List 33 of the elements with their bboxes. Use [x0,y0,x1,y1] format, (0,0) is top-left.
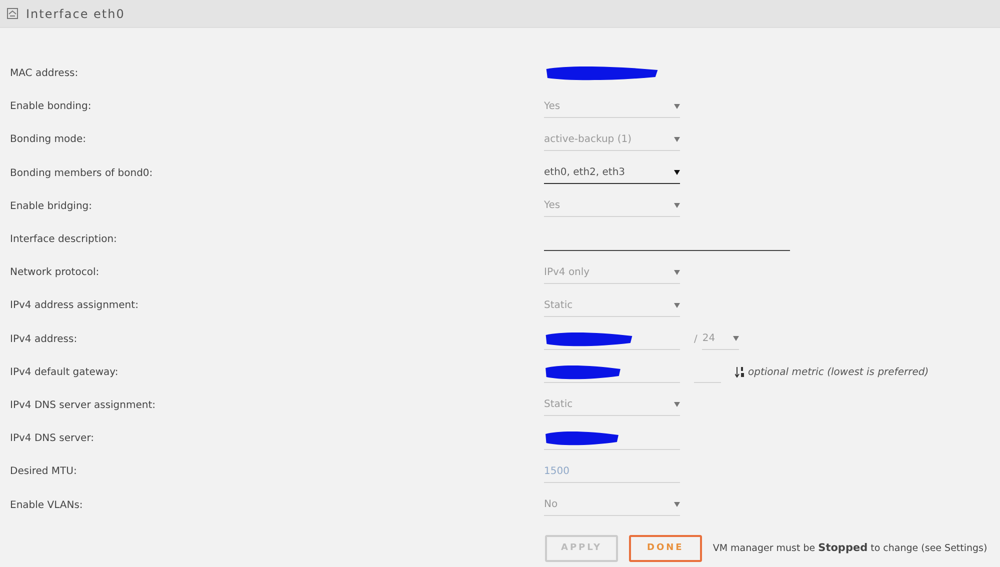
field-label: IPv4 DNS server assignment: [10,400,157,411]
caret-icon [733,336,740,342]
field-label: IPv4 default gateway: [10,366,120,378]
caret-icon [674,402,680,408]
field-label: Enable bonding: [10,101,92,112]
field-label: IPv4 DNS server: [10,433,95,444]
caret-icon [674,136,680,142]
field-label: Desired MTU: [10,466,78,478]
field-label: Enable VLANs: [10,500,84,511]
caret-icon [674,502,680,508]
status-note: VM manager must be Stopped to change (see Settings) [712,542,988,554]
sort-icon [735,366,745,378]
done-button[interactable]: DONE [629,534,702,562]
caret-icon [674,270,680,275]
prefix-dropdown[interactable]: 24 [702,328,740,350]
caret-icon [674,203,680,208]
network-icon [7,8,18,19]
panel-title: Interface eth0 [26,6,125,20]
field-label: Network protocol: [10,267,100,278]
field-label: IPv4 address assignment: [10,300,140,312]
dropdown[interactable]: eth0, eth2, eth3 [544,162,680,184]
input-field[interactable]: 1500 [544,460,680,483]
field-label: Bonding members of bond0: [10,168,154,179]
caret-icon [674,170,680,176]
field-label: Bonding mode: [10,134,88,146]
field-label: MAC address: [10,68,80,80]
field-label: Interface description: [10,234,118,246]
field-label: Enable bridging: [10,200,94,212]
prefix-separator: / [694,334,698,345]
metric-hint: optional metric (lowest is preferred) [735,366,929,378]
field-label: IPv4 address: [10,334,78,345]
caret-icon [674,104,680,109]
caret-icon [674,302,680,308]
